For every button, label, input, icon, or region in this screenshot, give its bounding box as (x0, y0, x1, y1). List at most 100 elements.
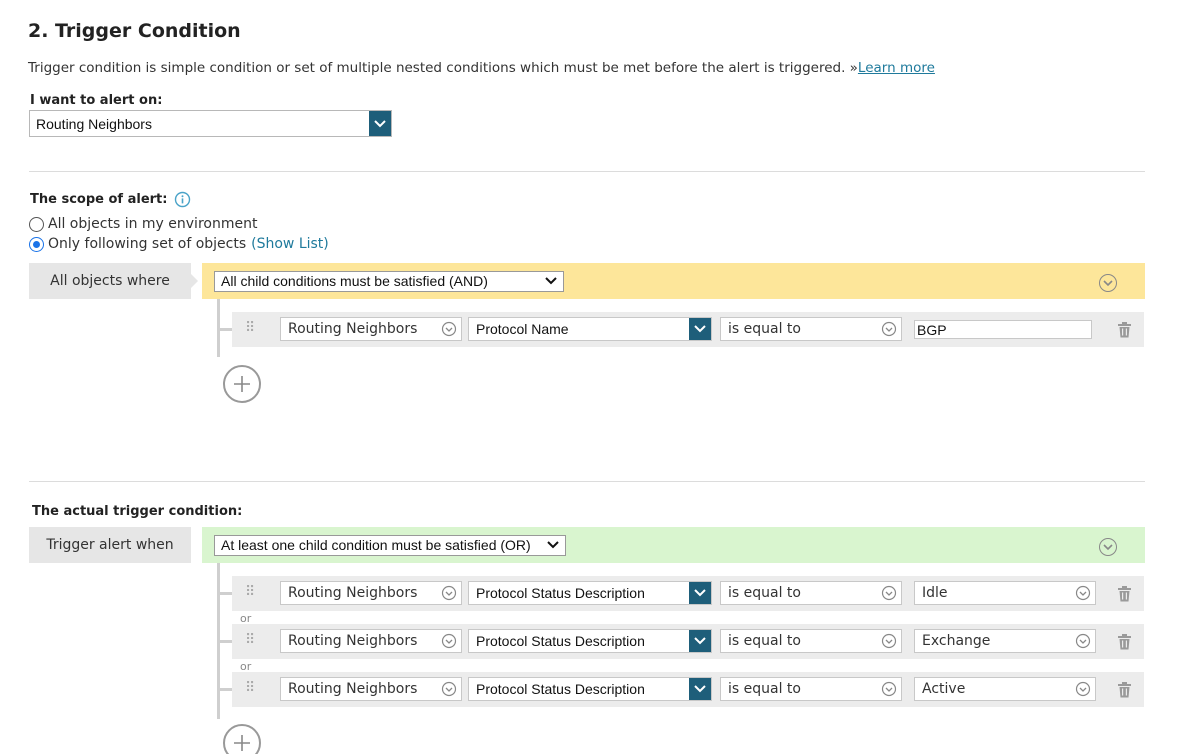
or-group-select[interactable]: At least one child condition must be sat… (214, 534, 566, 556)
condition-object-select[interactable]: Routing Neighbors (280, 581, 462, 605)
trash-icon[interactable] (1117, 634, 1132, 650)
condition-value-input[interactable]: BGP (914, 320, 1092, 339)
and-group-menu-icon[interactable] (1099, 274, 1117, 292)
condition-value-text: Exchange (922, 633, 991, 649)
condition-operator-select[interactable]: is equal to (720, 581, 902, 605)
drag-handle-icon[interactable]: ⠿ (245, 320, 255, 336)
condition-operator-select[interactable]: is equal to (720, 677, 902, 701)
radio-all[interactable] (29, 216, 44, 232)
condition-operator-value: is equal to (728, 633, 801, 649)
trash-icon[interactable] (1117, 682, 1132, 698)
scope-option-all-label: All objects in my environment (48, 216, 258, 232)
radio-following[interactable] (29, 236, 44, 252)
chevron-down-icon (441, 585, 457, 601)
tab-notch (191, 274, 198, 288)
condition-property-select[interactable]: Protocol Status Description (468, 629, 712, 653)
chevron-down-icon (547, 541, 559, 549)
condition-property-select[interactable]: Protocol Status Description (468, 581, 712, 605)
condition-value-text: Idle (922, 585, 948, 601)
condition-operator-select[interactable]: is equal to (720, 629, 902, 653)
alert-on-select[interactable]: Routing Neighbors (29, 110, 392, 137)
learn-more-link[interactable]: Learn more (858, 60, 935, 76)
chevron-down-icon (689, 630, 711, 652)
drag-handle-icon[interactable]: ⠿ (245, 584, 255, 600)
drag-handle-icon[interactable]: ⠿ (245, 632, 255, 648)
plus-icon (234, 735, 250, 751)
chevron-down-icon (1075, 681, 1091, 697)
condition-operator-value: is equal to (728, 681, 801, 697)
condition-property-value: Protocol Status Description (476, 681, 645, 697)
info-icon[interactable] (174, 191, 191, 212)
scope-label: The scope of alert: (30, 192, 168, 207)
trash-icon[interactable] (1117, 322, 1132, 338)
chevron-down-icon (441, 633, 457, 649)
condition-operator-value: is equal to (728, 321, 801, 337)
trigger-condition-row: ⠿ Routing Neighbors Protocol Status Descri… (232, 672, 1144, 707)
tree-branch (220, 328, 232, 331)
condition-value-select[interactable]: Active (914, 677, 1096, 701)
condition-property-value: Protocol Status Description (476, 633, 645, 649)
add-scope-condition-button[interactable] (223, 365, 261, 403)
divider (29, 171, 1145, 172)
scope-condition-row: ⠿ Routing Neighbors Protocol Name is equ… (232, 312, 1144, 347)
trigger-condition-row: ⠿ Routing Neighbors Protocol Status Descri… (232, 624, 1144, 659)
condition-object-value: Routing Neighbors (288, 585, 418, 601)
scope-left-tab: All objects where (29, 263, 191, 299)
condition-property-value: Protocol Status Description (476, 585, 645, 601)
condition-object-select[interactable]: Routing Neighbors (280, 677, 462, 701)
condition-object-select[interactable]: Routing Neighbors (280, 317, 462, 341)
chevron-down-icon (689, 582, 711, 604)
and-group-select[interactable]: All child conditions must be satisfied (… (214, 270, 564, 292)
trigger-label: The actual trigger condition: (32, 504, 243, 519)
chevron-down-icon (369, 111, 391, 136)
condition-property-select[interactable]: Protocol Name (468, 317, 712, 341)
scope-option-following-label: Only following set of objects (48, 236, 247, 252)
alert-on-label: I want to alert on: (30, 93, 163, 108)
and-group-select-value: All child conditions must be satisfied (… (221, 273, 488, 289)
and-group-bar: All child conditions must be satisfied (… (202, 263, 1145, 299)
condition-value-select[interactable]: Idle (914, 581, 1096, 605)
or-group-bar: At least one child condition must be sat… (202, 527, 1145, 563)
section-description: Trigger condition is simple condition or… (28, 60, 935, 76)
chevron-down-icon (1075, 633, 1091, 649)
alert-on-value: Routing Neighbors (36, 115, 152, 132)
chevron-down-icon (689, 678, 711, 700)
plus-icon (234, 376, 250, 392)
scope-option-following[interactable]: Only following set of objects (Show List… (29, 236, 329, 252)
or-group-menu-icon[interactable] (1099, 538, 1117, 556)
chevron-down-icon (441, 681, 457, 697)
trigger-condition-row: ⠿ Routing Neighbors Protocol Status Descri… (232, 576, 1144, 611)
chevron-down-icon (881, 633, 897, 649)
tree-branch (220, 640, 232, 643)
tree-branch (220, 688, 232, 691)
description-text: Trigger condition is simple condition or… (28, 60, 858, 76)
condition-object-select[interactable]: Routing Neighbors (280, 629, 462, 653)
drag-handle-icon[interactable]: ⠿ (245, 680, 255, 696)
condition-property-value: Protocol Name (476, 321, 569, 337)
show-list-link[interactable]: (Show List) (251, 236, 329, 252)
section-title: 2. Trigger Condition (28, 20, 241, 42)
condition-value-text: Active (922, 681, 966, 697)
chevron-down-icon (881, 681, 897, 697)
tree-branch (220, 592, 232, 595)
divider (29, 481, 1145, 482)
condition-object-value: Routing Neighbors (288, 681, 418, 697)
or-group-select-value: At least one child condition must be sat… (221, 537, 531, 553)
chevron-down-icon (441, 321, 457, 337)
chevron-down-icon (881, 321, 897, 337)
trigger-left-tab: Trigger alert when (29, 527, 191, 563)
condition-value-text: BGP (917, 321, 947, 338)
condition-object-value: Routing Neighbors (288, 633, 418, 649)
chevron-down-icon (689, 318, 711, 340)
chevron-down-icon (545, 277, 557, 285)
condition-operator-select[interactable]: is equal to (720, 317, 902, 341)
chevron-down-icon (1075, 585, 1091, 601)
add-trigger-condition-button[interactable] (223, 724, 261, 754)
condition-property-select[interactable]: Protocol Status Description (468, 677, 712, 701)
condition-object-value: Routing Neighbors (288, 321, 418, 337)
condition-operator-value: is equal to (728, 585, 801, 601)
scope-option-all[interactable]: All objects in my environment (29, 216, 257, 232)
trash-icon[interactable] (1117, 586, 1132, 602)
chevron-down-icon (881, 585, 897, 601)
condition-value-select[interactable]: Exchange (914, 629, 1096, 653)
